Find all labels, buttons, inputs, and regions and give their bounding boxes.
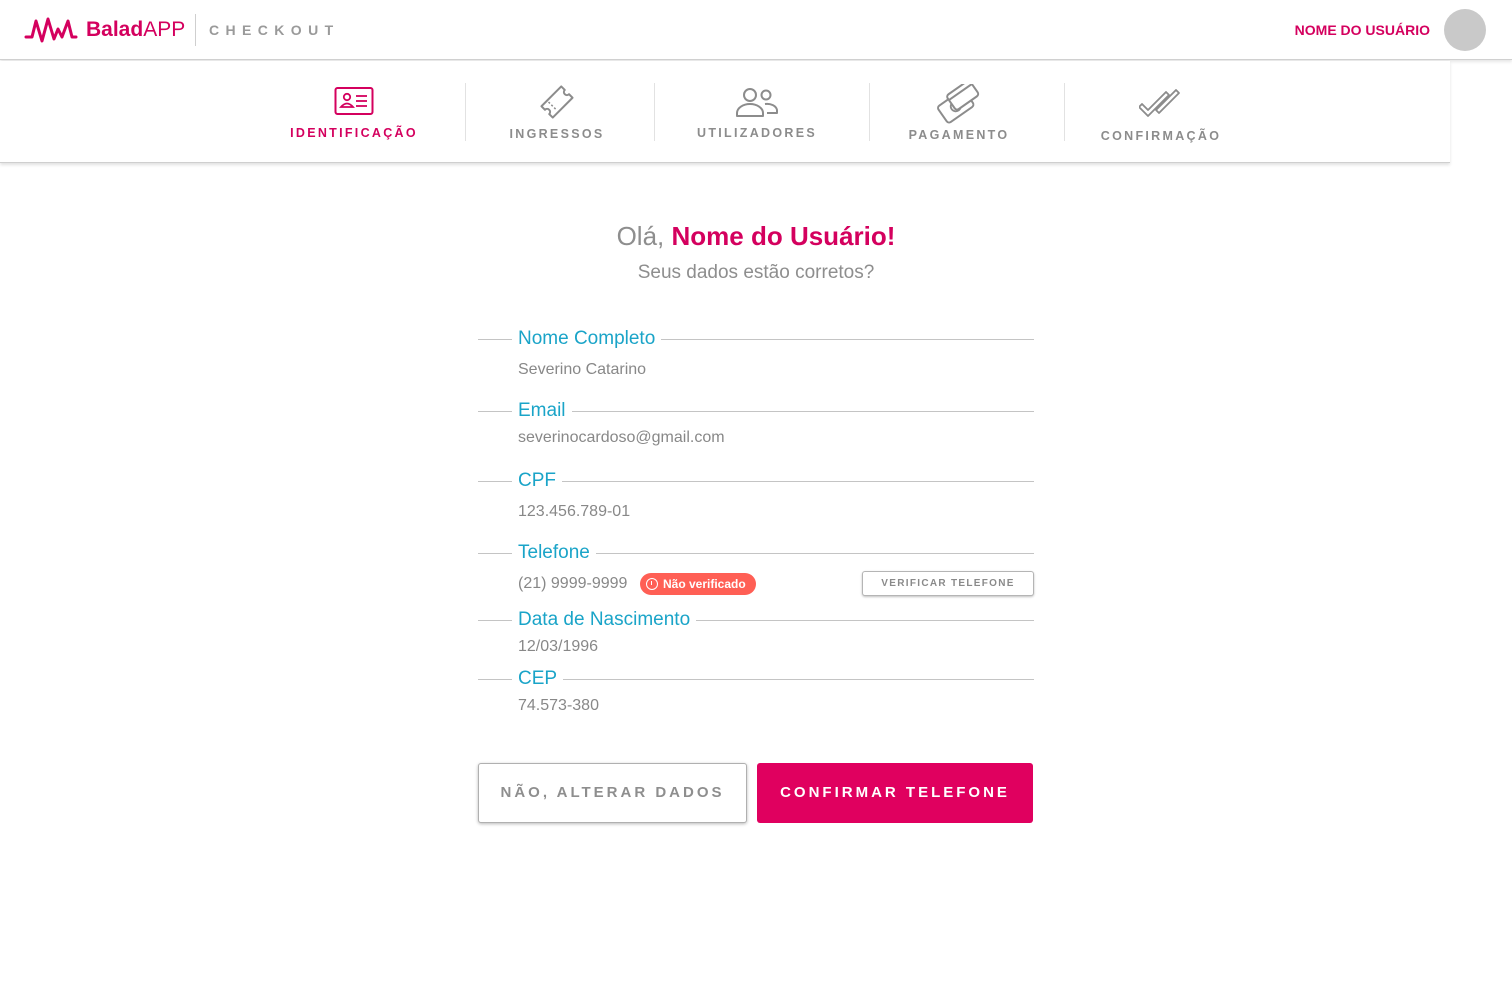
step-divider [654, 83, 655, 141]
step-label: INGRESSOS [509, 127, 605, 141]
confirm-phone-button[interactable]: CONFIRMAR TELEFONE [757, 763, 1033, 823]
users-icon [734, 86, 780, 123]
step-label: UTILIZADORES [697, 126, 817, 140]
step-ingressos[interactable]: INGRESSOS [497, 61, 617, 161]
alter-data-button[interactable]: NÃO, ALTERAR DADOS [478, 763, 747, 823]
step-label: CONFIRMAÇÃO [1100, 129, 1222, 143]
double-check-icon [1138, 88, 1183, 123]
id-card-icon [334, 86, 374, 121]
step-pagamento[interactable]: PAGAMENTO [899, 61, 1019, 161]
brand-name: BaladAPP [86, 14, 185, 46]
field-value: 74.573-380 [518, 697, 599, 714]
field-value: Severino Catarino [518, 361, 647, 378]
field-label: Telefone [512, 540, 596, 566]
field-value: 123.456.789-01 [518, 503, 631, 520]
pulse-wave-icon [24, 15, 78, 45]
step-label: IDENTIFICAÇÃO [290, 126, 418, 140]
field-value: 12/03/1996 [518, 638, 599, 655]
unverified-badge: Não verificado [640, 573, 756, 595]
field-label: CEP [512, 666, 564, 692]
brand-bold: Balad [86, 18, 144, 41]
field-value: (21) 9999-9999 [518, 575, 628, 592]
logo[interactable]: BaladAPP [24, 14, 185, 46]
greeting-subtitle: Seus dados estão corretos? [637, 262, 875, 283]
step-label: PAGAMENTO [908, 128, 1010, 142]
field-label: Data de Nascimento [512, 607, 697, 633]
step-divider [1064, 83, 1065, 141]
field-value: severinocardoso@gmail.com [518, 429, 725, 446]
payment-icon [933, 80, 985, 129]
checkout-steps: IDENTIFICAÇÃO INGRESSOS UTILIZADORES PAG… [0, 61, 1450, 163]
step-divider [465, 83, 466, 141]
step-identificacao[interactable]: IDENTIFICAÇÃO [284, 61, 424, 161]
brand-light: APP [143, 18, 186, 41]
greeting: Olá, Nome do Usuário! [0, 219, 1512, 253]
top-bar: BaladAPP CHECKOUT NOME DO USUÁRIO [0, 0, 1512, 60]
step-divider [869, 83, 870, 141]
avatar[interactable] [1444, 9, 1486, 51]
field-label: CPF [512, 468, 562, 494]
brand-divider [195, 14, 196, 46]
greeting-hello: Olá, [616, 221, 672, 251]
field-label: Nome Completo [512, 326, 662, 352]
user-name[interactable]: NOME DO USUÁRIO [1295, 20, 1430, 40]
badge-text: Não verificado [663, 577, 746, 591]
greeting-user-name: Nome do Usuário! [671, 221, 896, 251]
alert-circle-icon [646, 578, 658, 590]
step-utilizadores[interactable]: UTILIZADORES [692, 61, 822, 161]
section-title: CHECKOUT [209, 22, 340, 38]
ticket-icon [537, 84, 577, 125]
step-confirmacao[interactable]: CONFIRMAÇÃO [1096, 61, 1226, 161]
verify-phone-button[interactable]: VERIFICAR TELEFONE [862, 571, 1034, 596]
field-label: Email [512, 398, 572, 424]
